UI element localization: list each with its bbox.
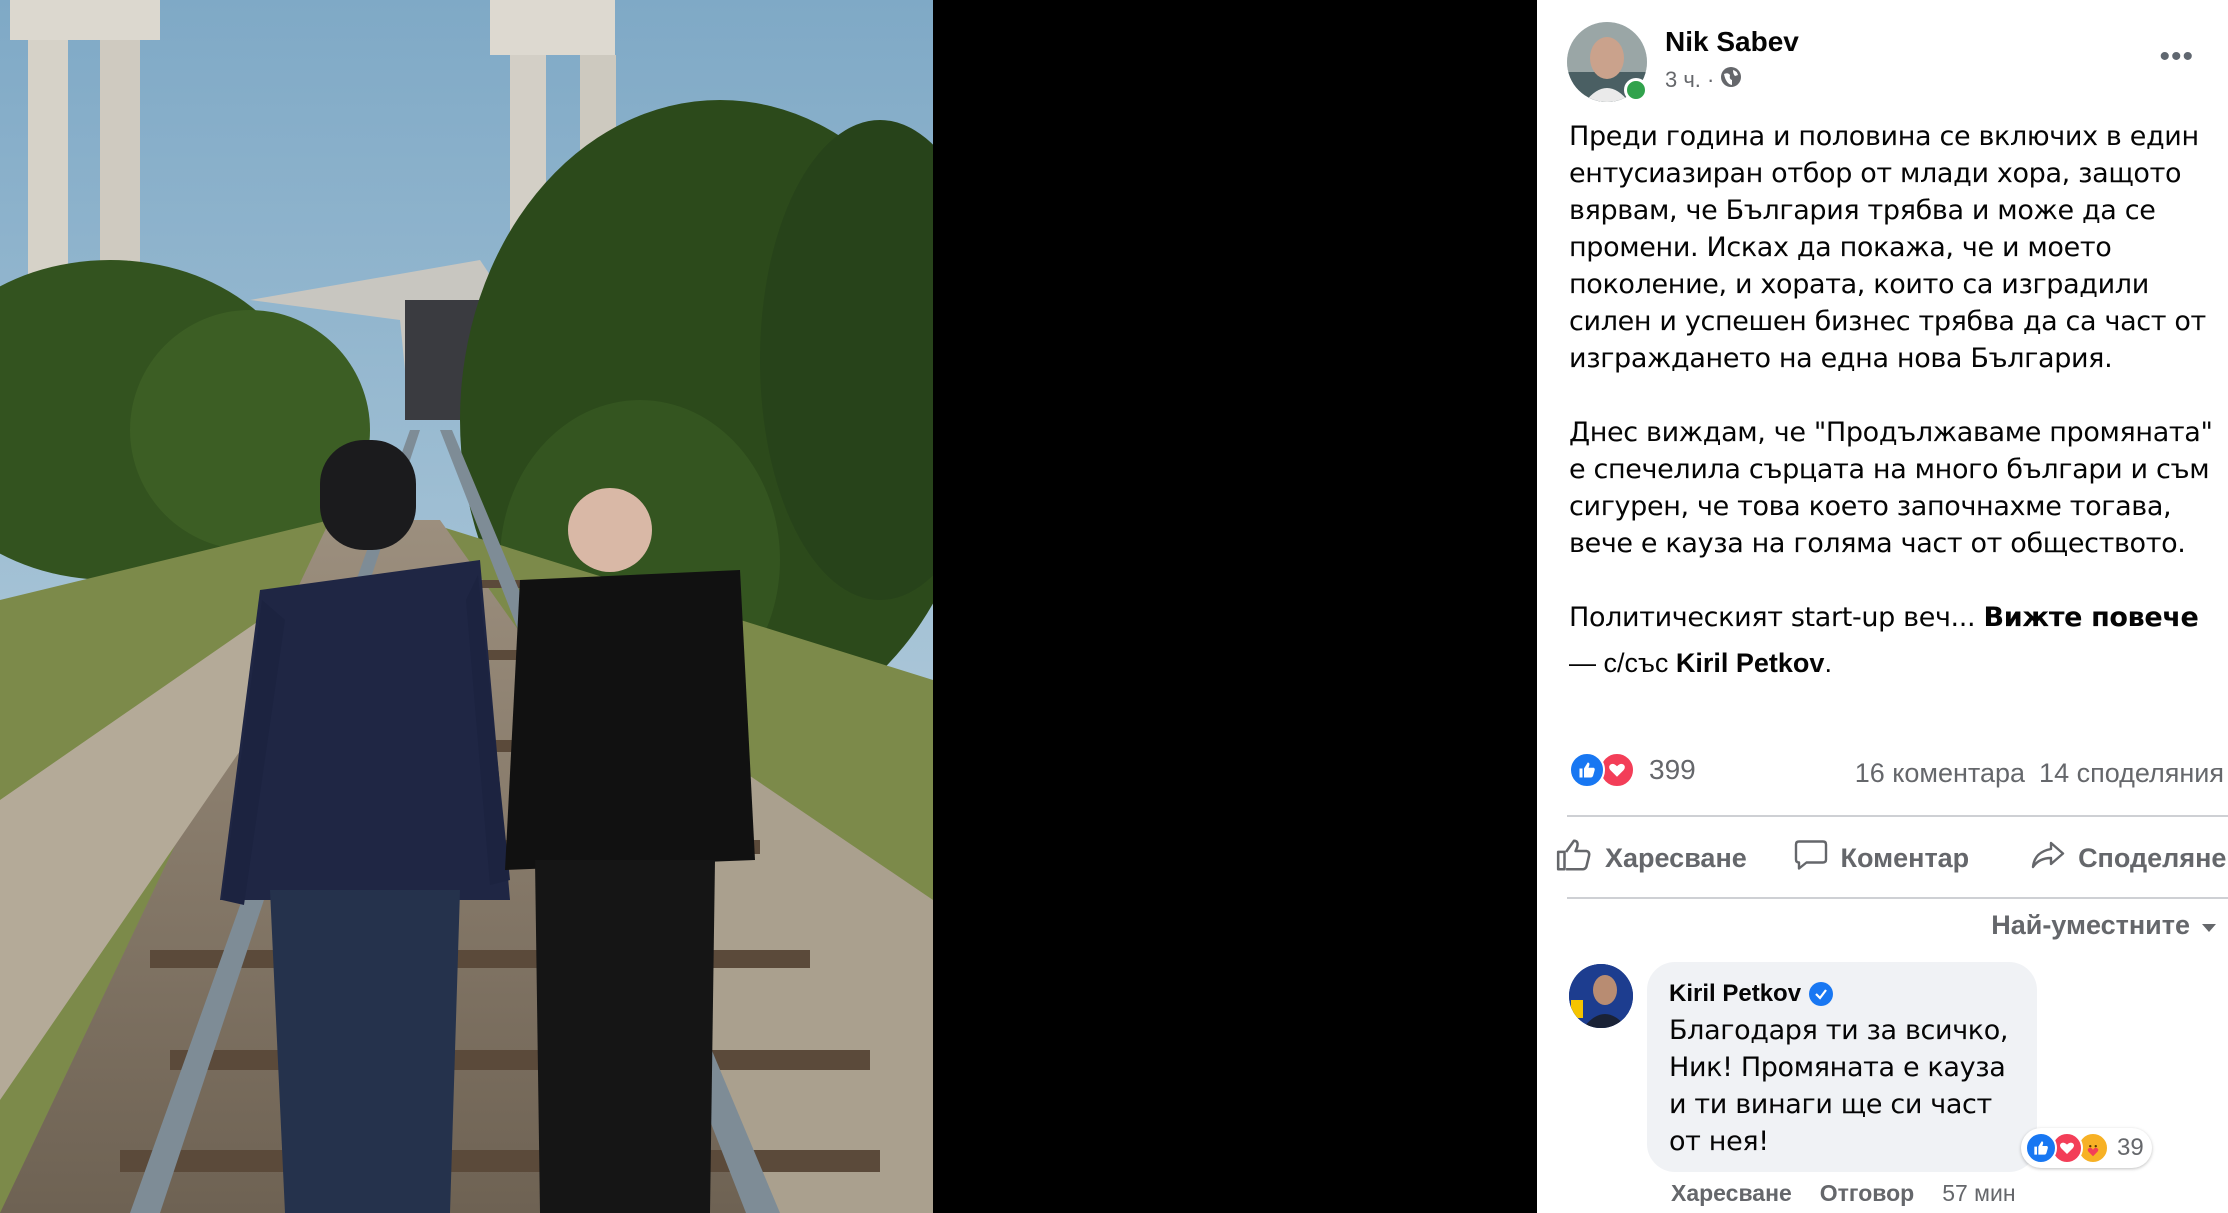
post-time[interactable]: 3 ч. ·: [1665, 67, 1714, 93]
like-reaction-icon: [1569, 752, 1605, 788]
post-paragraph-truncated: Политическият start-up веч... Вижте пове…: [1569, 599, 2219, 636]
post-paragraph: Преди година и половина се включих в еди…: [1569, 121, 2206, 374]
post-body: Преди година и половина се включих в еди…: [1569, 118, 2219, 636]
comment-reply-button[interactable]: Отговор: [1820, 1180, 1914, 1207]
post-author-name[interactable]: Nik Sabev: [1665, 26, 1799, 58]
verified-icon: [1809, 982, 1834, 1006]
comment-author: Kiril Petkov: [1669, 980, 1834, 1008]
comment-bubble: Kiril Petkov Благодаря ти за всичко, Ник…: [1647, 962, 2037, 1172]
engagement-counts: 16 коментара 14 споделяния: [1855, 758, 2224, 789]
comment-actions: Харесване Отговор 57 мин: [1671, 1180, 2016, 1207]
like-button[interactable]: Харесване: [1555, 836, 1793, 880]
post-meta: 3 ч. ·: [1665, 66, 1742, 94]
comment-icon: [1793, 837, 1829, 880]
comment-time[interactable]: 57 мин: [1942, 1180, 2015, 1207]
post-paragraph: Днес виждам, че "Продължаваме промяната"…: [1569, 417, 2213, 559]
commenter-avatar[interactable]: [1569, 964, 1633, 1028]
comment-sort-dropdown[interactable]: Най-уместните: [1991, 910, 2218, 941]
share-count-link[interactable]: 14 споделяния: [2039, 758, 2224, 789]
divider: [1567, 897, 2228, 899]
like-button-label: Харесване: [1605, 842, 1747, 873]
reaction-summary[interactable]: 399: [1569, 752, 1696, 788]
like-reaction-icon: [2025, 1132, 2057, 1164]
see-more-link[interactable]: Вижте повече: [1984, 602, 2199, 633]
online-status-indicator: [1624, 78, 1648, 102]
tagged-people: — с/със Kiril Petkov.: [1569, 648, 1832, 679]
share-button[interactable]: Споделяне: [2030, 836, 2228, 880]
sort-label: Най-уместните: [1991, 910, 2190, 940]
post-actions: Харесване Коментар Споделяне: [1555, 836, 2228, 880]
post-paragraph-start: Политическият start-up веч...: [1569, 602, 1984, 633]
tag-suffix: .: [1824, 648, 1832, 678]
comment-button[interactable]: Коментар: [1793, 836, 2031, 880]
share-icon: [2030, 837, 2066, 880]
more-icon[interactable]: •••: [2159, 40, 2194, 74]
comment-reaction-summary[interactable]: 39: [2021, 1128, 2152, 1168]
tag-prefix: — с/със: [1569, 648, 1676, 678]
comment-reaction-count: 39: [2117, 1134, 2144, 1161]
thumbs-up-icon: [1555, 836, 1593, 881]
post-panel: Nik Sabev 3 ч. · ••• Преди година и поло…: [1537, 0, 2228, 1213]
post-photo[interactable]: [0, 0, 933, 1213]
comment-like-button[interactable]: Харесване: [1671, 1180, 1792, 1207]
reaction-count: 399: [1649, 754, 1696, 785]
comment-text: Благодаря ти за всичко, Ник! Промяната е…: [1669, 1015, 2009, 1157]
photo-viewer: [0, 0, 1537, 1213]
globe-icon: [1720, 66, 1742, 94]
comment-count-link[interactable]: 16 коментара: [1855, 758, 2025, 789]
comment-author-name[interactable]: Kiril Petkov: [1669, 980, 1801, 1008]
share-button-label: Споделяне: [2078, 842, 2227, 873]
divider: [1567, 815, 2228, 817]
chevron-down-icon: [2200, 910, 2218, 941]
tagged-person-link[interactable]: Kiril Petkov: [1676, 648, 1825, 678]
comment-button-label: Коментар: [1840, 842, 1970, 873]
